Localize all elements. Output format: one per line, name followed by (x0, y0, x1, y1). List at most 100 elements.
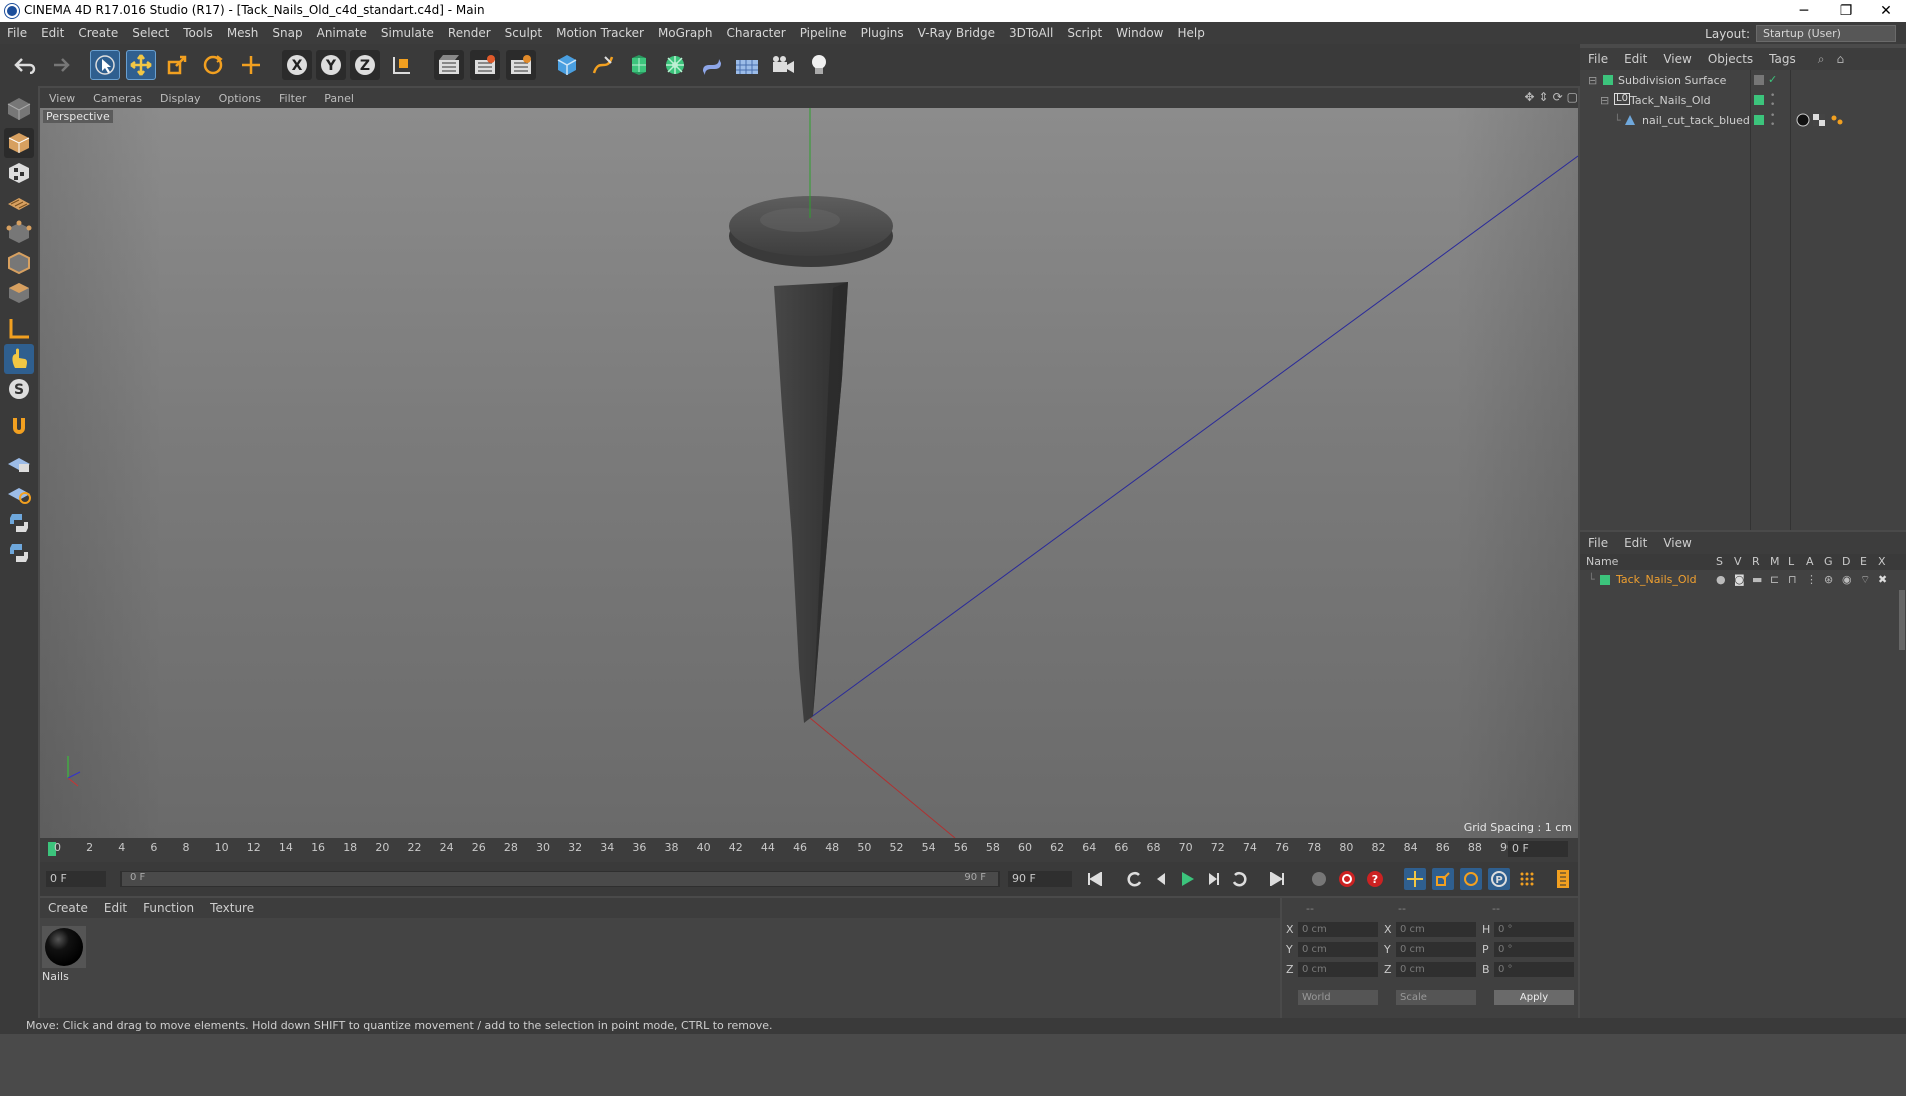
spline-pen-icon[interactable] (588, 50, 618, 80)
solo-icon[interactable]: ● (1716, 573, 1726, 586)
material-menu-texture[interactable]: Texture (202, 901, 262, 915)
rotate-view-icon[interactable]: ⟳ (1553, 90, 1563, 104)
close-button[interactable]: ✕ (1866, 0, 1906, 22)
collapse-icon[interactable]: ⊟ (1588, 74, 1597, 87)
record-disabled-icon[interactable] (1308, 868, 1330, 890)
move-tool-icon[interactable] (126, 50, 156, 80)
tweak-mode-icon[interactable] (4, 344, 34, 374)
col-v[interactable]: V (1734, 555, 1742, 568)
start-frame-field[interactable]: 0 F (46, 871, 106, 887)
x-axis-lock-icon[interactable]: X (282, 50, 312, 80)
points-mode-icon[interactable] (4, 218, 34, 248)
make-editable-icon[interactable] (4, 94, 34, 124)
menu-snap[interactable]: Snap (265, 26, 309, 40)
object-menu-objects[interactable]: Objects (1700, 52, 1761, 66)
material-swatch[interactable]: Nails (42, 926, 86, 983)
visibility-dots-icon[interactable]: • • (1770, 92, 1775, 110)
pan-view-icon[interactable]: ✥ (1524, 90, 1534, 104)
xref-icon[interactable]: ✖ (1878, 573, 1887, 586)
edges-mode-icon[interactable] (4, 248, 34, 278)
object-row[interactable]: └ nail_cut_tack_blued • • (1580, 112, 1906, 130)
col-l[interactable]: L (1788, 555, 1794, 568)
render-icon[interactable]: ▬ (1752, 573, 1762, 586)
enabled-check-icon[interactable]: ✓ (1768, 73, 1777, 86)
layer-icon[interactable] (1754, 75, 1764, 85)
col-e[interactable]: E (1860, 555, 1867, 568)
render-settings-icon[interactable] (506, 50, 536, 80)
col-g[interactable]: G (1824, 555, 1833, 568)
menu-motion-tracker[interactable]: Motion Tracker (549, 26, 651, 40)
model-mode-icon[interactable] (4, 128, 34, 158)
z-axis-lock-icon[interactable]: Z (350, 50, 380, 80)
live-selection-icon[interactable] (90, 50, 120, 80)
phong-tag-icon[interactable] (1830, 114, 1844, 126)
camera-icon[interactable] (768, 50, 798, 80)
size-x-field[interactable]: 0 cm (1396, 922, 1476, 937)
view-icon[interactable]: ◙ (1734, 573, 1745, 586)
snapping-icon[interactable]: S (4, 374, 34, 404)
key-point-level-icon[interactable] (1516, 868, 1538, 890)
layout-dropdown[interactable]: Startup (User) (1756, 25, 1896, 42)
collapse-icon[interactable]: ⊟ (1600, 94, 1609, 107)
object-menu-view[interactable]: View (1655, 52, 1699, 66)
menu-sculpt[interactable]: Sculpt (498, 26, 549, 40)
timeline-ruler[interactable]: 0 2 4 6 8 10 12 14 16 18 20 22 24 26 28 30 32 34 36 38 40 42 4… (40, 838, 1578, 862)
menu-tools[interactable]: Tools (176, 26, 220, 40)
rotate-tool-icon[interactable] (198, 50, 228, 80)
cube-primitive-icon[interactable] (552, 50, 582, 80)
menu-window[interactable]: Window (1109, 26, 1170, 40)
menu-mesh[interactable]: Mesh (220, 26, 266, 40)
layer-menu-edit[interactable]: Edit (1616, 536, 1655, 550)
object-menu-tags[interactable]: Tags (1761, 52, 1804, 66)
manager-icon[interactable]: ⊏ (1770, 573, 1779, 586)
workplane-rotate-icon[interactable] (4, 478, 34, 508)
light-icon[interactable] (804, 50, 834, 80)
redo-icon[interactable] (44, 50, 74, 80)
deformers-icon[interactable]: ◉ (1842, 573, 1852, 586)
expressions-icon[interactable]: ⌔ (1860, 573, 1870, 587)
coordinate-mode-dropdown[interactable]: World (1298, 990, 1378, 1005)
lock-icon[interactable]: ⊓ (1788, 573, 1797, 586)
menu-help[interactable]: Help (1170, 26, 1211, 40)
size-y-field[interactable]: 0 cm (1396, 942, 1476, 957)
key-scale-icon[interactable] (1432, 868, 1454, 890)
position-z-field[interactable]: 0 cm (1298, 962, 1378, 977)
material-menu-function[interactable]: Function (135, 901, 202, 915)
material-menu-edit[interactable]: Edit (96, 901, 135, 915)
y-axis-lock-icon[interactable]: Y (316, 50, 346, 80)
python-script-icon[interactable] (4, 508, 34, 538)
position-x-field[interactable]: 0 cm (1298, 922, 1378, 937)
scale-tool-icon[interactable] (162, 50, 192, 80)
rotation-p-field[interactable]: 0 ° (1494, 942, 1574, 957)
object-row[interactable]: ⊟ L0 Tack_Nails_Old • • (1580, 92, 1906, 110)
animation-icon[interactable]: ⋮ (1806, 573, 1817, 586)
search-icon[interactable]: ⌕ (1810, 52, 1833, 67)
cloner-icon[interactable] (660, 50, 690, 80)
menu-file[interactable]: File (0, 26, 34, 40)
deformer-icon[interactable] (696, 50, 726, 80)
col-s[interactable]: S (1716, 555, 1723, 568)
key-position-icon[interactable] (1404, 868, 1426, 890)
restore-button[interactable]: ❐ (1826, 0, 1866, 22)
material-tag-icon[interactable] (1796, 113, 1810, 127)
menu-render[interactable]: Render (441, 26, 498, 40)
apply-button[interactable]: Apply (1494, 990, 1574, 1005)
coordinate-system-icon[interactable] (386, 50, 416, 80)
col-a[interactable]: A (1806, 555, 1814, 568)
layer-menu-view[interactable]: View (1655, 536, 1699, 550)
minimize-button[interactable]: ─ (1784, 0, 1824, 22)
step-forward-icon[interactable] (1202, 868, 1224, 890)
menu-vray-bridge[interactable]: V-Ray Bridge (911, 26, 1002, 40)
undo-icon[interactable] (10, 50, 40, 80)
visibility-dots-icon[interactable]: • • (1770, 112, 1775, 130)
end-frame-field[interactable]: 90 F (1008, 871, 1072, 887)
layer-color-icon[interactable] (1600, 575, 1610, 585)
layer-menu-file[interactable]: File (1580, 536, 1616, 550)
render-view-icon[interactable] (434, 50, 464, 80)
menu-script[interactable]: Script (1060, 26, 1109, 40)
texture-tag-icon[interactable] (1812, 113, 1826, 127)
viewport-menu-display[interactable]: Display (151, 92, 210, 105)
object-row[interactable]: ⊟ Subdivision Surface ✓ (1580, 72, 1906, 90)
texture-mode-icon[interactable] (4, 158, 34, 188)
go-to-end-icon[interactable] (1266, 868, 1288, 890)
